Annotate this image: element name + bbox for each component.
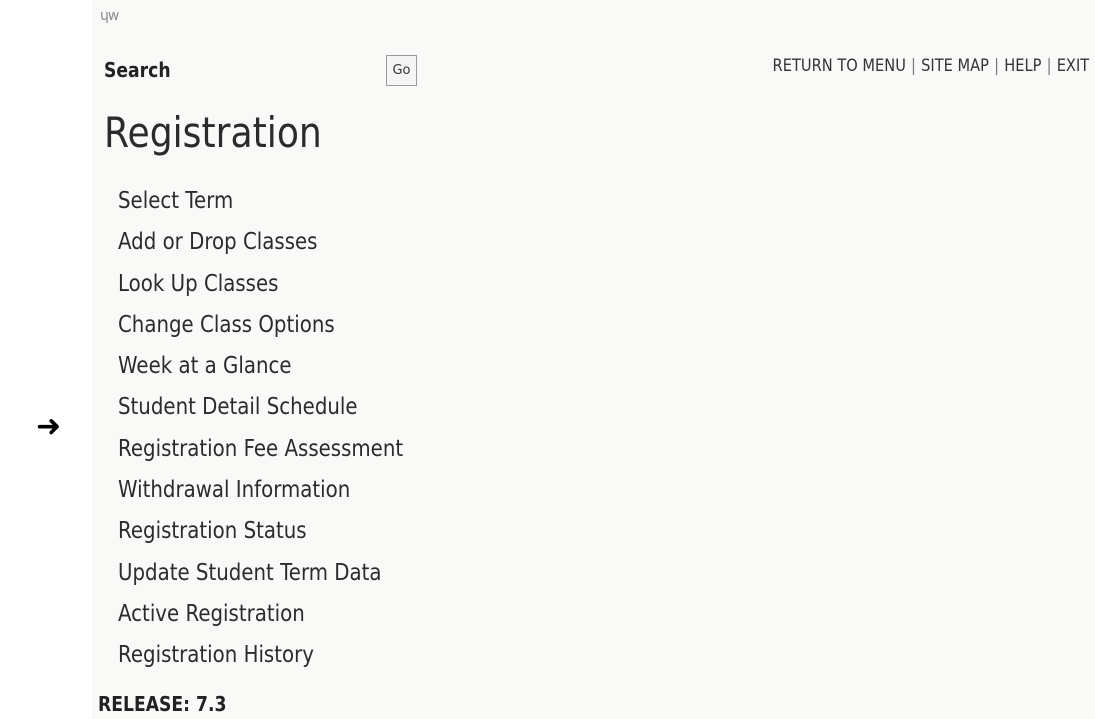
menu-item-week-at-a-glance[interactable]: Week at a Glance xyxy=(118,346,403,387)
nav-separator: | xyxy=(910,56,916,76)
registration-menu: Select Term Add or Drop Classes Look Up … xyxy=(118,181,450,677)
search-input[interactable] xyxy=(200,56,382,86)
search-label: Search xyxy=(104,58,171,82)
menu-item-registration-status[interactable]: Registration Status xyxy=(118,511,403,552)
menu-item-change-class-options[interactable]: Change Class Options xyxy=(118,305,403,346)
page-title: Registration xyxy=(104,108,322,157)
menu-item-update-student-term-data[interactable]: Update Student Term Data xyxy=(118,553,403,594)
logo-icon: ɥᴡ xyxy=(100,8,119,24)
menu-item-select-term[interactable]: Select Term xyxy=(118,181,403,222)
site-map-link[interactable]: SITE MAP xyxy=(921,56,989,76)
help-link[interactable]: HELP xyxy=(1004,56,1041,76)
nav-separator: | xyxy=(1046,56,1052,76)
exit-link[interactable]: EXIT xyxy=(1056,56,1089,76)
top-nav: RETURN TO MENU | SITE MAP | HELP | EXIT xyxy=(772,56,1089,76)
menu-item-active-registration[interactable]: Active Registration xyxy=(118,594,403,635)
menu-item-add-drop-classes[interactable]: Add or Drop Classes xyxy=(118,222,403,263)
return-to-menu-link[interactable]: RETURN TO MENU xyxy=(772,56,905,76)
go-button[interactable]: Go xyxy=(386,55,417,86)
menu-item-student-detail-schedule[interactable]: Student Detail Schedule xyxy=(118,387,403,428)
arrow-right-icon: ➜ xyxy=(36,409,62,444)
release-version: RELEASE: 7.3 xyxy=(98,692,227,716)
nav-separator: | xyxy=(993,56,999,76)
menu-item-look-up-classes[interactable]: Look Up Classes xyxy=(118,264,403,305)
menu-item-registration-fee-assessment[interactable]: Registration Fee Assessment xyxy=(118,429,403,470)
menu-item-registration-history[interactable]: Registration History xyxy=(118,635,403,676)
menu-item-withdrawal-information[interactable]: Withdrawal Information xyxy=(118,470,403,511)
